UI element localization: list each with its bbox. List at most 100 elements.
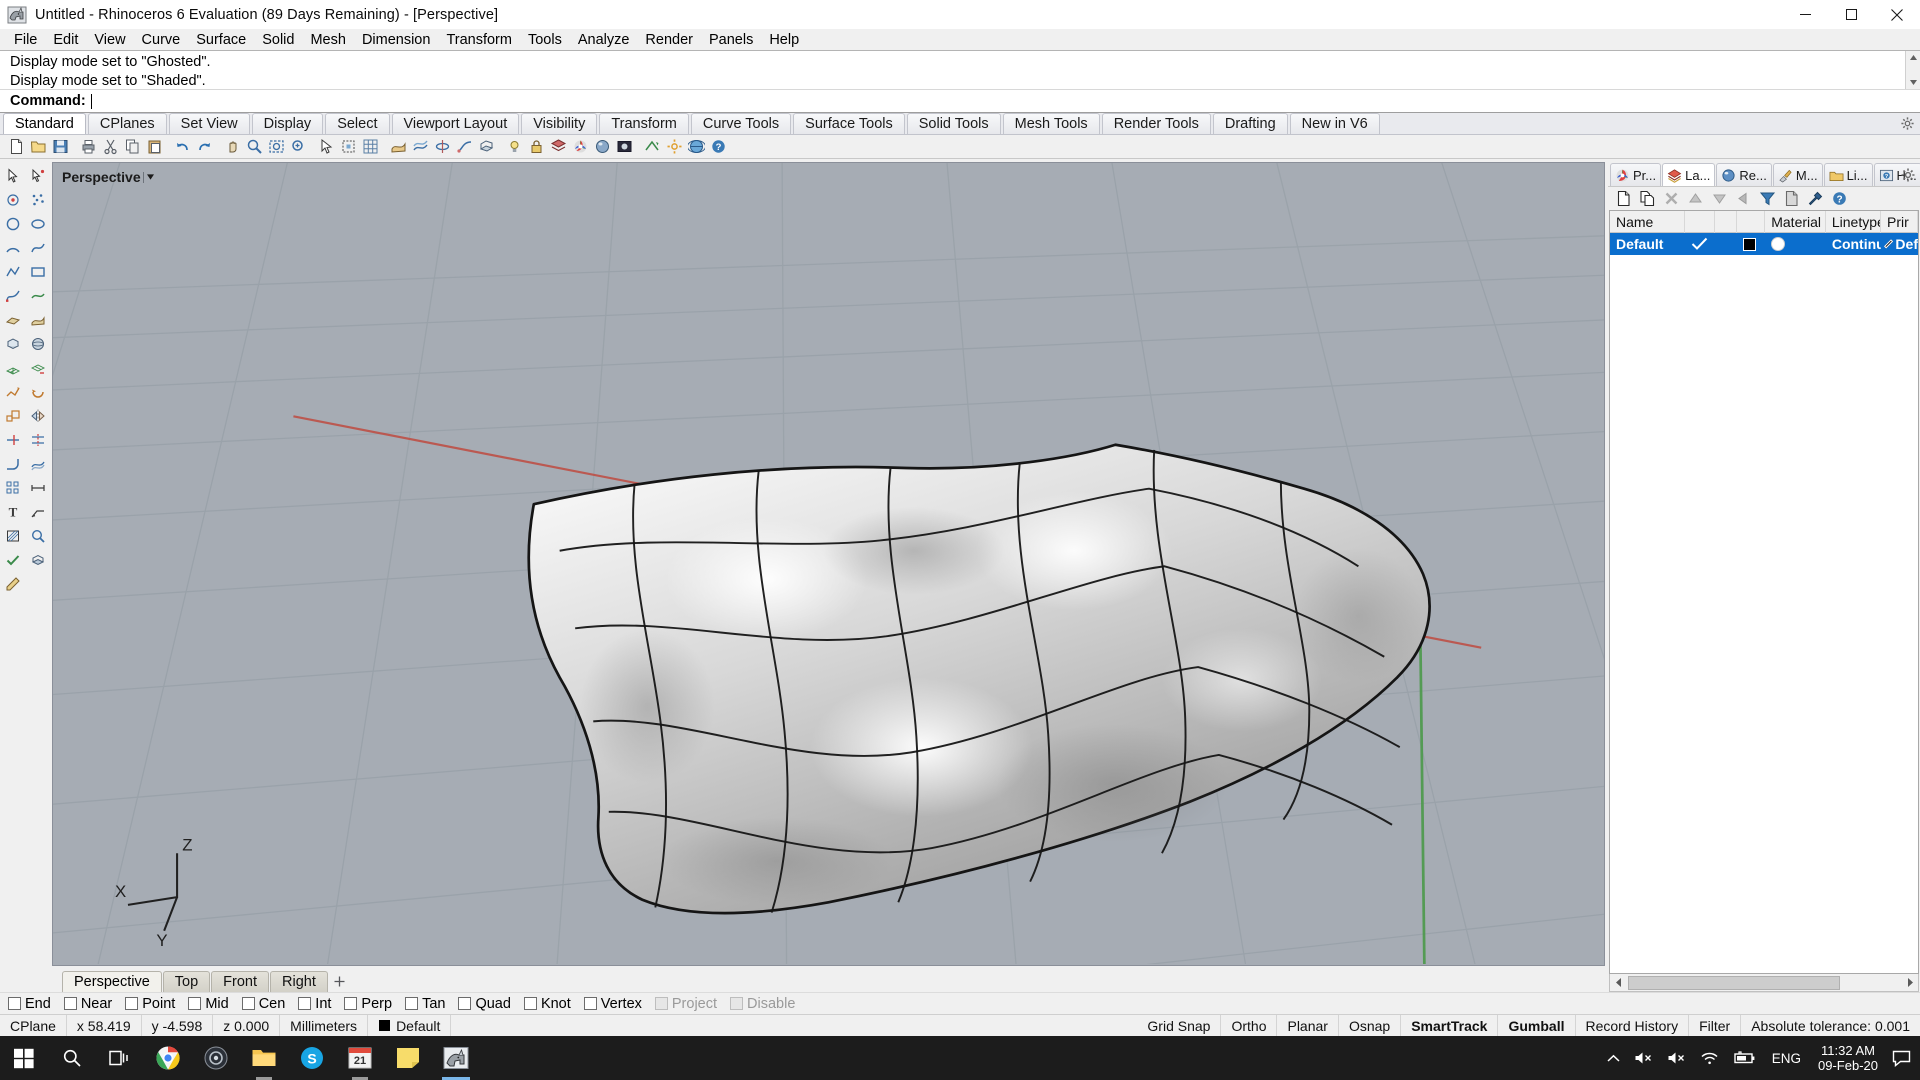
- battery-charging-icon[interactable]: [1726, 1051, 1763, 1065]
- osnap-end[interactable]: End: [8, 996, 51, 1012]
- loft-icon[interactable]: [410, 136, 431, 157]
- render-icon[interactable]: [614, 136, 635, 157]
- action-center-icon[interactable]: [1886, 1050, 1916, 1067]
- copy-icon[interactable]: [122, 136, 143, 157]
- copy-layer-icon[interactable]: [1636, 188, 1658, 209]
- sound-muted-icon[interactable]: [1660, 1050, 1693, 1066]
- analyze-direction-icon[interactable]: [642, 136, 663, 157]
- status-toggle-smarttrack[interactable]: SmartTrack: [1401, 1014, 1499, 1037]
- menu-mesh[interactable]: Mesh: [302, 30, 353, 50]
- osnap-disable[interactable]: Disable: [730, 996, 795, 1012]
- clock[interactable]: 11:32 AM 09-Feb-20: [1810, 1043, 1886, 1073]
- command-history[interactable]: Display mode set to "Ghosted". Display m…: [0, 51, 1920, 89]
- chrome-icon[interactable]: [144, 1036, 192, 1080]
- circle-icon[interactable]: [0, 212, 25, 236]
- curve-from-object-icon[interactable]: [25, 284, 50, 308]
- layers-horizontal-scrollbar[interactable]: [1609, 974, 1919, 992]
- help-icon[interactable]: ?: [1828, 188, 1850, 209]
- tab-new-in-v6[interactable]: New in V6: [1289, 113, 1380, 134]
- scale-icon[interactable]: [0, 404, 25, 428]
- windows-start-icon[interactable]: [0, 1036, 48, 1080]
- array-icon[interactable]: [0, 476, 25, 500]
- column-header-linetype[interactable]: Linetype: [1826, 211, 1882, 233]
- rectangle-icon[interactable]: [25, 260, 50, 284]
- command-scrollbar[interactable]: [1905, 51, 1920, 89]
- scroll-up-icon[interactable]: [1906, 51, 1920, 64]
- panel-tab-render[interactable]: Re...: [1716, 163, 1772, 186]
- osnap-tan[interactable]: Tan: [405, 996, 445, 1012]
- tab-visibility[interactable]: Visibility: [521, 113, 598, 134]
- volume-muted-icon[interactable]: [1627, 1050, 1660, 1066]
- rhinoceros-icon[interactable]: [432, 1036, 480, 1080]
- scroll-track[interactable]: [1627, 974, 1901, 991]
- pan-icon[interactable]: [222, 136, 243, 157]
- layer-linetype[interactable]: Continu...: [1826, 233, 1881, 255]
- osnap-quad[interactable]: Quad: [458, 996, 511, 1012]
- new-layer-icon[interactable]: [1612, 188, 1634, 209]
- skype-icon[interactable]: S: [288, 1036, 336, 1080]
- paste-icon[interactable]: [144, 136, 165, 157]
- light-icon[interactable]: [504, 136, 525, 157]
- column-header-print[interactable]: Prir: [1881, 211, 1918, 233]
- column-header-lock[interactable]: [1715, 211, 1738, 233]
- freeform-curve-icon[interactable]: [0, 284, 25, 308]
- check-icon[interactable]: [1685, 233, 1715, 255]
- plus-icon[interactable]: [329, 971, 351, 992]
- scroll-thumb[interactable]: [1628, 975, 1841, 990]
- delete-layer-icon[interactable]: [1660, 188, 1682, 209]
- mesh-tools-icon[interactable]: [25, 356, 50, 380]
- offset-icon[interactable]: [25, 452, 50, 476]
- print-icon[interactable]: [78, 136, 99, 157]
- tab-surface-tools[interactable]: Surface Tools: [793, 113, 905, 134]
- osnap-point[interactable]: Point: [125, 996, 175, 1012]
- maximize-button[interactable]: [1828, 0, 1874, 29]
- status-toggle-osnap[interactable]: Osnap: [1339, 1014, 1402, 1037]
- perspective-viewport[interactable]: X Z Y Perspective: [52, 162, 1605, 966]
- status-toggle-gumball[interactable]: Gumball: [1498, 1014, 1576, 1037]
- grid-icon[interactable]: [360, 136, 381, 157]
- tab-set-view[interactable]: Set View: [168, 113, 250, 134]
- menu-analyze[interactable]: Analyze: [570, 30, 638, 50]
- globe-icon[interactable]: [686, 136, 707, 157]
- checkbox[interactable]: [298, 997, 312, 1010]
- chevron-down-icon[interactable]: [142, 171, 154, 183]
- status-toggle-grid-snap[interactable]: Grid Snap: [1137, 1014, 1222, 1037]
- checkbox[interactable]: [241, 997, 255, 1010]
- zoom-window-icon[interactable]: [244, 136, 265, 157]
- command-prompt-row[interactable]: Command:: [0, 89, 1920, 112]
- layers-table[interactable]: Name Material Linetype Prir Default Cont…: [1609, 210, 1919, 974]
- layers-toolbar-icon[interactable]: [548, 136, 569, 157]
- tab-transform[interactable]: Transform: [599, 113, 689, 134]
- menu-render[interactable]: Render: [637, 30, 701, 50]
- trim-icon[interactable]: [0, 428, 25, 452]
- menu-surface[interactable]: Surface: [188, 30, 254, 50]
- layer-print-width[interactable]: Def: [1881, 233, 1918, 255]
- menu-panels[interactable]: Panels: [701, 30, 761, 50]
- viewport-title[interactable]: Perspective: [59, 168, 157, 186]
- previous-icon[interactable]: [1732, 188, 1754, 209]
- annotate-icon[interactable]: [0, 572, 25, 596]
- menu-edit[interactable]: Edit: [45, 30, 86, 50]
- checkbox[interactable]: [188, 997, 202, 1010]
- hatch-icon[interactable]: [0, 524, 25, 548]
- checkbox[interactable]: [654, 997, 668, 1010]
- undo-icon[interactable]: [172, 136, 193, 157]
- column-header-material[interactable]: Material: [1765, 211, 1826, 233]
- layer-properties-icon[interactable]: [1780, 188, 1802, 209]
- select-points-icon[interactable]: [338, 136, 359, 157]
- viewport-tab-perspective[interactable]: Perspective: [62, 971, 162, 992]
- cut-icon[interactable]: [100, 136, 121, 157]
- arc-icon[interactable]: [0, 236, 25, 260]
- select-objects-icon[interactable]: [316, 136, 337, 157]
- rotate-icon[interactable]: [25, 380, 50, 404]
- checkbox[interactable]: [730, 997, 744, 1010]
- menu-transform[interactable]: Transform: [438, 30, 520, 50]
- panel-tab-materials[interactable]: M...: [1772, 163, 1823, 186]
- solid-box-icon[interactable]: [0, 332, 25, 356]
- analyze-icon[interactable]: [25, 524, 50, 548]
- table-row[interactable]: Default Continu... Def: [1610, 233, 1918, 255]
- panel-tab-layers[interactable]: La...: [1662, 163, 1716, 186]
- sticky-notes-icon[interactable]: [384, 1036, 432, 1080]
- render-preview-icon[interactable]: [592, 136, 613, 157]
- checkbox[interactable]: [344, 997, 358, 1010]
